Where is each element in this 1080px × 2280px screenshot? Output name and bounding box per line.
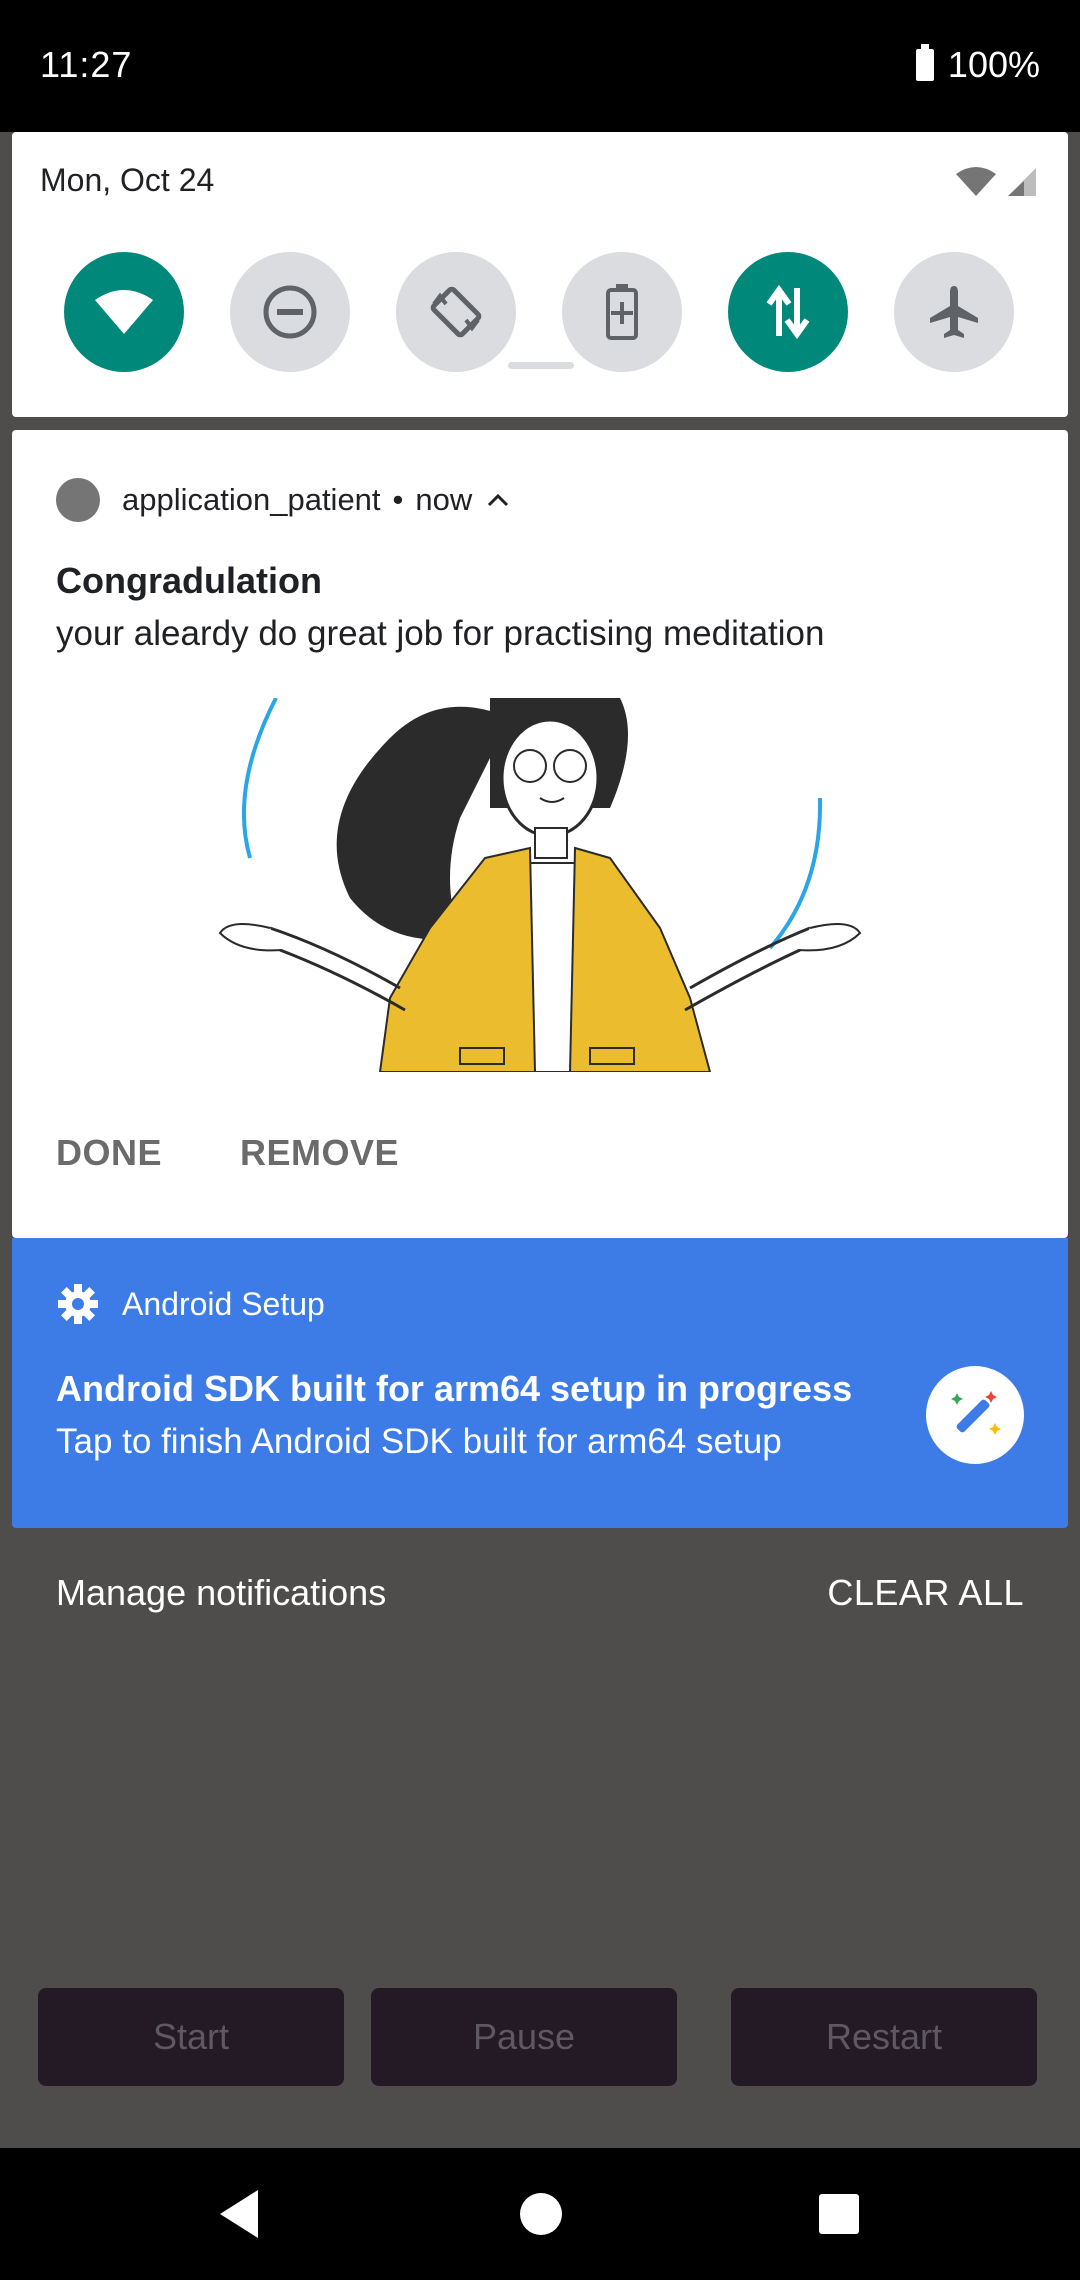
- quick-settings-panel: Mon, Oct 24: [12, 132, 1068, 417]
- clock: 11:27: [40, 44, 133, 85]
- home-icon[interactable]: [516, 2186, 566, 2242]
- separator: •: [392, 482, 404, 517]
- notification-text: your aleardy do great job for practising…: [56, 614, 825, 653]
- auto-rotate-icon: [430, 286, 482, 338]
- mobile-data-icon: [766, 284, 810, 340]
- notification-header: Android Setup: [56, 1282, 325, 1326]
- tile-wifi[interactable]: [64, 252, 184, 372]
- battery-indicator: 100%: [915, 44, 1040, 86]
- notification-title: Android SDK built for arm64 setup in pro…: [56, 1368, 853, 1409]
- pause-button[interactable]: Pause: [371, 1988, 677, 2086]
- wifi-icon: [95, 290, 153, 334]
- setup-wand-icon: [926, 1366, 1024, 1464]
- chevron-up-icon[interactable]: [486, 492, 510, 508]
- done-button[interactable]: DONE: [56, 1132, 162, 1174]
- meditation-image: [190, 698, 890, 1072]
- app-icon: [56, 478, 100, 522]
- do-not-disturb-icon: [263, 285, 317, 339]
- app-name: application_patient: [122, 482, 381, 517]
- notification-title: Congradulation: [56, 560, 322, 601]
- remove-button[interactable]: REMOVE: [240, 1132, 399, 1174]
- date[interactable]: Mon, Oct 24: [40, 162, 214, 199]
- notification-meditation[interactable]: application_patient • now Congradulation…: [12, 430, 1068, 1238]
- tile-battery-saver[interactable]: [562, 252, 682, 372]
- notification-android-setup[interactable]: Android Setup Android SDK built for arm6…: [12, 1238, 1068, 1528]
- manage-notifications-button[interactable]: Manage notifications: [56, 1572, 386, 1614]
- notification-actions: DONE REMOVE: [56, 1132, 399, 1174]
- notification-header: application_patient • now: [56, 478, 510, 522]
- clear-all-button[interactable]: CLEAR ALL: [827, 1572, 1024, 1614]
- notification-text: Tap to finish Android SDK built for arm6…: [56, 1422, 782, 1461]
- restart-button[interactable]: Restart: [731, 1988, 1037, 2086]
- tile-do-not-disturb[interactable]: [230, 252, 350, 372]
- meditating-woman-illustration: [218, 698, 862, 1072]
- app-name: Android Setup: [122, 1285, 325, 1322]
- battery-icon: [915, 44, 934, 81]
- back-icon[interactable]: [214, 2186, 264, 2242]
- battery-saver-icon: [606, 284, 638, 340]
- status-bar: 11:27 100%: [0, 0, 1080, 132]
- notification-time: now: [415, 482, 473, 517]
- tile-airplane-mode[interactable]: [894, 252, 1014, 372]
- tile-auto-rotate[interactable]: [396, 252, 516, 372]
- recents-icon[interactable]: [814, 2186, 864, 2242]
- battery-percent: 100%: [947, 44, 1040, 85]
- tile-mobile-data[interactable]: [728, 252, 848, 372]
- drag-handle[interactable]: [508, 362, 574, 369]
- start-button[interactable]: Start: [38, 1988, 344, 2086]
- airplane-icon: [930, 286, 978, 338]
- signal-indicators: [954, 166, 1038, 198]
- navigation-bar: [0, 2148, 1080, 2280]
- quick-tiles: [12, 252, 1068, 372]
- gear-icon: [58, 1284, 98, 1324]
- cell-signal-icon: [1008, 168, 1036, 196]
- wifi-signal-icon: [956, 167, 996, 196]
